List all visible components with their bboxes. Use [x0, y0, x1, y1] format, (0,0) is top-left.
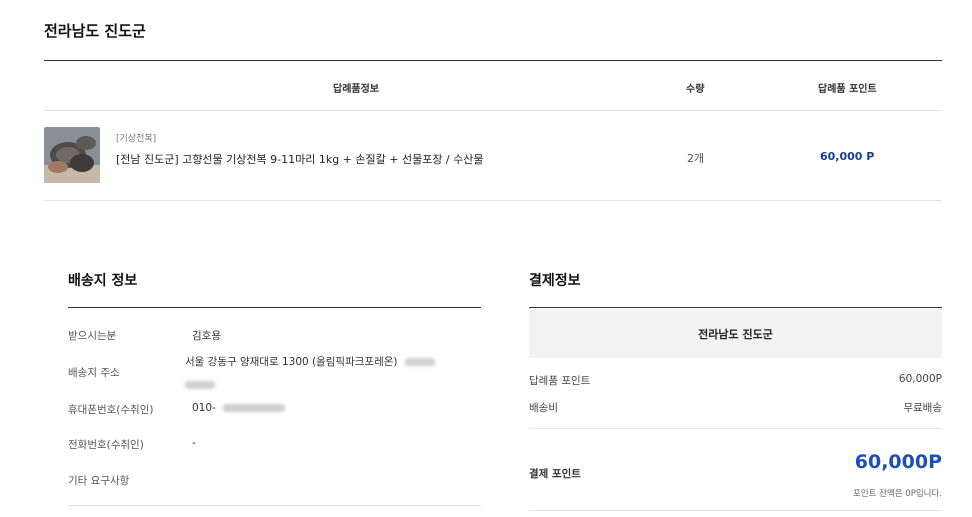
product-points: 60,000 P: [820, 150, 875, 163]
header-points: 답례품 포인트: [818, 84, 877, 95]
shipping-bottom-divider: [68, 505, 481, 506]
redacted-mobile: [223, 404, 286, 412]
shipping-divider: [68, 307, 481, 308]
address-text: 서울 강동구 양재대로 1300 (올림픽파크포레온): [185, 356, 398, 368]
product-name[interactable]: [전남 진도군] 고향선물 기상전복 9-11마리 1kg + 손질칼 + 선물…: [116, 151, 484, 167]
request-label: 기타 요구사항: [68, 475, 130, 487]
table-top-divider: [44, 60, 942, 61]
phone-label: 전화번호(수취인): [68, 439, 144, 451]
payment-region-header: 전라남도 진도군: [529, 309, 942, 358]
mobile-value: 010-: [192, 402, 286, 414]
shipping-fee-value: 무료배송: [903, 402, 942, 414]
shipping-fee-label: 배송비: [529, 402, 558, 414]
payment-bottom-divider: [529, 510, 942, 511]
product-quantity: 2개: [687, 152, 705, 165]
gift-points-label: 답례품 포인트: [529, 375, 591, 387]
recipient-label: 받으시는분: [68, 330, 117, 342]
recipient-value: 김호용: [192, 330, 221, 342]
page-title: 전라남도 진도군: [44, 22, 146, 40]
payment-mid-divider: [529, 428, 942, 429]
payment-divider: [529, 307, 942, 308]
item-divider: [44, 200, 942, 201]
mobile-label: 휴대폰번호(수취인): [68, 404, 154, 416]
total-points-label: 결제 포인트: [529, 468, 581, 480]
redacted-address-detail: [404, 358, 435, 366]
product-thumbnail[interactable]: [44, 127, 100, 183]
product-category: [기상전복]: [116, 134, 157, 144]
address-label: 배송지 주소: [68, 367, 120, 379]
header-divider: [44, 110, 942, 111]
address-value: 서울 강동구 양재대로 1300 (올림픽파크포레온): [185, 354, 435, 369]
abalone-image-icon: [44, 127, 100, 183]
mobile-prefix: 010-: [192, 402, 216, 414]
header-product-info: 답례품정보: [333, 84, 379, 95]
payment-title: 결제정보: [529, 273, 581, 289]
phone-value: -: [192, 437, 196, 449]
shipping-title: 배송지 정보: [68, 273, 138, 289]
gift-points-value: 60,000P: [898, 373, 942, 385]
total-points-value: 60,000P: [854, 451, 942, 473]
payment-region-name: 전라남도 진도군: [698, 328, 773, 341]
header-quantity: 수량: [686, 84, 705, 95]
balance-note: 포인트 잔액은 0P입니다.: [852, 489, 942, 499]
redacted-address-line2: [185, 374, 215, 393]
